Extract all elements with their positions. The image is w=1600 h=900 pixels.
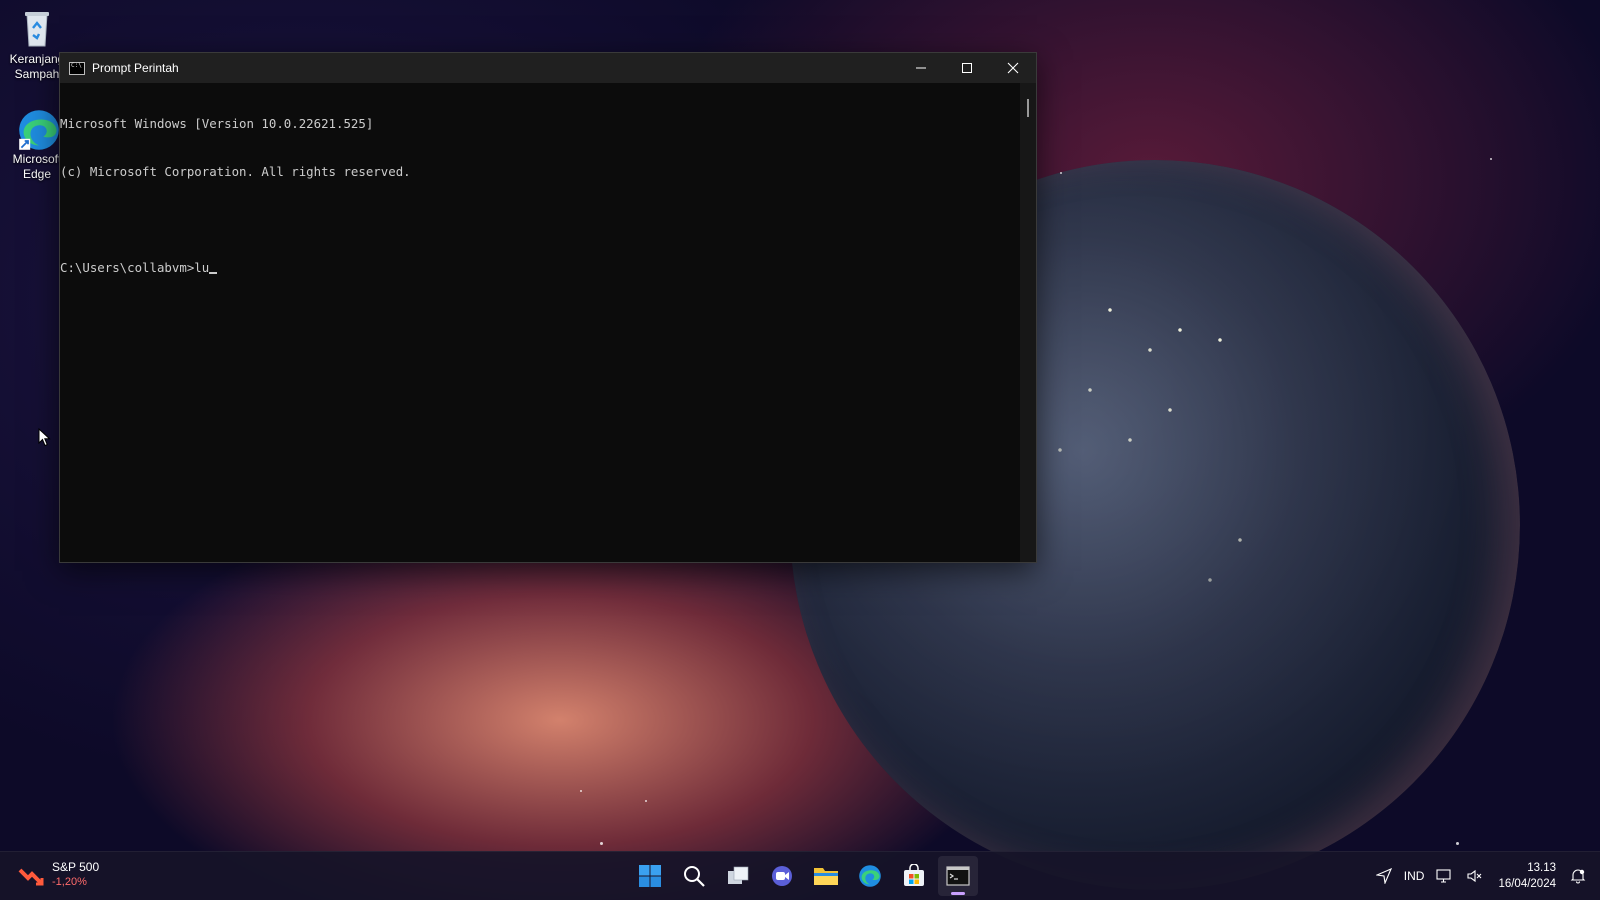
wallpaper-star bbox=[1060, 172, 1062, 174]
chat-button[interactable] bbox=[762, 856, 802, 896]
maximize-icon bbox=[962, 63, 972, 73]
network-monitor-icon bbox=[1436, 869, 1451, 883]
window-titlebar[interactable]: Prompt Perintah bbox=[60, 53, 1036, 83]
volume-muted-icon bbox=[1467, 869, 1482, 883]
wallpaper-star bbox=[600, 842, 603, 845]
stock-trend-icon bbox=[18, 868, 44, 886]
wallpaper-star bbox=[1456, 842, 1459, 845]
minimize-button[interactable] bbox=[898, 53, 944, 83]
text-cursor bbox=[209, 272, 218, 274]
location-button[interactable] bbox=[1370, 852, 1398, 900]
task-view-icon bbox=[728, 866, 749, 884]
clock-time: 13.13 bbox=[1527, 862, 1556, 874]
command-prompt-taskbar-button[interactable] bbox=[938, 856, 978, 896]
language-indicator[interactable]: IND bbox=[1398, 852, 1431, 900]
minimize-icon bbox=[916, 67, 926, 69]
wallpaper-star bbox=[645, 800, 647, 802]
close-button[interactable] bbox=[990, 53, 1036, 83]
stock-widget[interactable]: S&P 500 -1,20% bbox=[18, 860, 99, 890]
clock-date: 16/04/2024 bbox=[1498, 878, 1556, 890]
stock-widget-name: S&P 500 bbox=[52, 860, 100, 874]
taskbar: S&P 500 -1,20% IND 13.13 16/04/2024 bbox=[0, 851, 1600, 900]
notification-bell-icon bbox=[1570, 869, 1586, 884]
taskbar-apps bbox=[630, 856, 978, 896]
edge-taskbar-button[interactable] bbox=[850, 856, 890, 896]
system-tray: IND 13.13 16/04/2024 bbox=[1370, 852, 1600, 900]
volume-button[interactable] bbox=[1460, 852, 1490, 900]
console-line: Microsoft Windows [Version 10.0.22621.52… bbox=[60, 116, 374, 131]
wallpaper-star bbox=[1490, 158, 1492, 160]
console-output[interactable]: Microsoft Windows [Version 10.0.22621.52… bbox=[60, 83, 1020, 562]
console-app-icon bbox=[69, 61, 85, 75]
console-prompt-line: C:\Users\collabvm>lu bbox=[60, 260, 1020, 276]
location-arrow-icon bbox=[1375, 868, 1392, 884]
mouse-pointer-icon bbox=[38, 427, 52, 453]
search-button[interactable] bbox=[674, 856, 714, 896]
search-icon bbox=[684, 866, 705, 887]
file-explorer-button[interactable] bbox=[806, 856, 846, 896]
console-scrollbar[interactable] bbox=[1020, 83, 1036, 562]
wallpaper-city-lights bbox=[1030, 280, 1290, 600]
file-explorer-icon bbox=[814, 868, 838, 885]
command-prompt-window[interactable]: Prompt Perintah Microsoft Windows [Versi… bbox=[59, 52, 1037, 563]
chat-icon bbox=[772, 866, 792, 886]
edge-icon bbox=[17, 108, 59, 150]
clock[interactable]: 13.13 16/04/2024 bbox=[1490, 860, 1564, 892]
close-icon bbox=[1007, 62, 1019, 74]
recycle-bin-icon bbox=[17, 8, 57, 48]
window-title: Prompt Perintah bbox=[92, 61, 179, 75]
maximize-button[interactable] bbox=[944, 53, 990, 83]
task-view-button[interactable] bbox=[718, 856, 758, 896]
wallpaper-star bbox=[580, 790, 582, 792]
store-icon bbox=[904, 864, 924, 886]
start-icon bbox=[639, 865, 661, 887]
scrollbar-thumb[interactable] bbox=[1027, 99, 1029, 117]
console-line: (c) Microsoft Corporation. All rights re… bbox=[60, 164, 411, 179]
console-prompt-text: C:\Users\collabvm>lu bbox=[60, 260, 210, 275]
notifications-button[interactable] bbox=[1564, 852, 1600, 900]
store-button[interactable] bbox=[894, 856, 934, 896]
network-button[interactable] bbox=[1430, 852, 1460, 900]
stock-widget-change: -1,20% bbox=[52, 876, 87, 888]
edge-icon bbox=[859, 865, 881, 887]
start-button[interactable] bbox=[630, 856, 670, 896]
terminal-icon bbox=[946, 866, 970, 886]
